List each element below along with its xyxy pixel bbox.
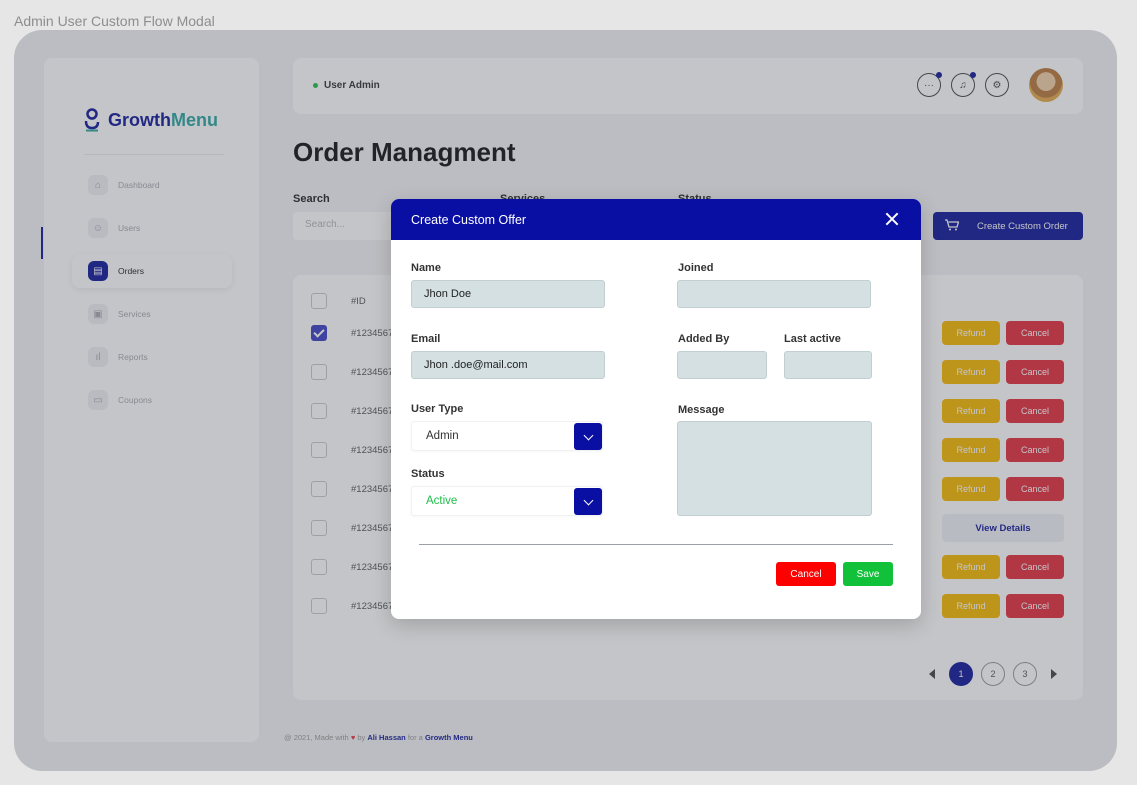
joined-label: Joined [678, 262, 714, 274]
frame-caption: Admin User Custom Flow Modal [14, 13, 215, 29]
joined-field[interactable] [677, 280, 871, 308]
status-select[interactable]: Active [411, 486, 603, 516]
user-type-value: Admin [426, 430, 459, 442]
create-custom-offer-modal: Create Custom Offer Name Jhon Doe Email … [391, 199, 921, 619]
last-active-label: Last active [784, 333, 841, 345]
added-by-field[interactable] [677, 351, 767, 379]
close-icon[interactable] [885, 212, 899, 226]
email-field[interactable]: Jhon .doe@mail.com [411, 351, 605, 379]
chevron-down-icon[interactable] [574, 488, 602, 515]
name-field[interactable]: Jhon Doe [411, 280, 605, 308]
name-label: Name [411, 262, 441, 274]
message-textarea[interactable] [677, 421, 872, 516]
email-label: Email [411, 333, 441, 345]
status-label: Status [411, 468, 445, 480]
cancel-button[interactable]: Cancel [776, 562, 836, 586]
added-by-label: Added By [678, 333, 730, 345]
status-value: Active [426, 495, 458, 507]
chevron-down-icon[interactable] [574, 423, 602, 450]
save-button[interactable]: Save [843, 562, 893, 586]
message-label: Message [678, 404, 725, 416]
modal-divider [419, 544, 893, 545]
modal-header: Create Custom Offer [391, 199, 921, 240]
user-type-select[interactable]: Admin [411, 421, 603, 451]
user-type-label: User Type [411, 403, 464, 415]
modal-title: Create Custom Offer [411, 212, 527, 227]
last-active-field[interactable] [784, 351, 872, 379]
